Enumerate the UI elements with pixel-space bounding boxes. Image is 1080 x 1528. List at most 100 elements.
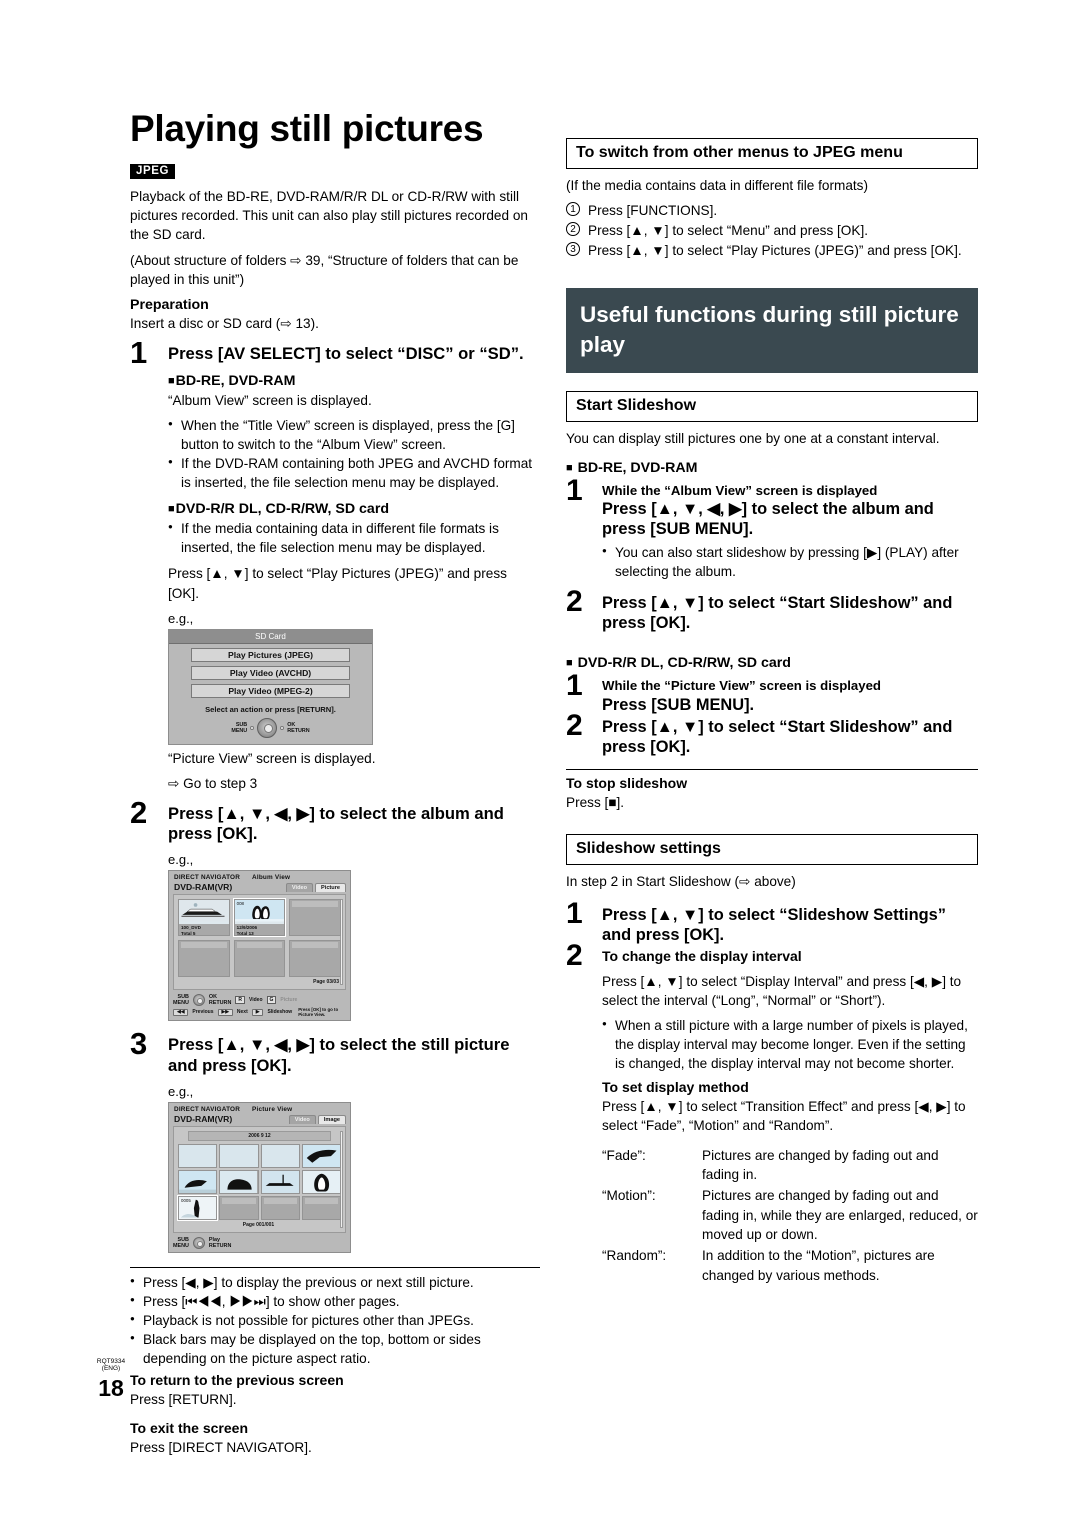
picture-cell-4[interactable] <box>301 1143 341 1168</box>
album-cell-2[interactable]: 008 12/9/2006 Total 13 <box>232 898 287 937</box>
picture-view-panel: 2006 9 12 0005 Page 001/001 <box>173 1125 346 1233</box>
penguin-artwork-icon <box>220 1170 258 1193</box>
picture-cell-2[interactable] <box>219 1143 259 1168</box>
sd-option-play-video-avchd: Play Video (AVCHD) <box>191 665 350 680</box>
list-item: Black bars may be displayed on the top, … <box>130 1330 540 1368</box>
sub-menu-dot-icon <box>250 725 255 730</box>
album-foot-hint: Press [OK] to go to Picture View. <box>298 1007 339 1018</box>
tab-picture[interactable]: Picture <box>315 883 346 892</box>
picture-cell-8[interactable] <box>301 1169 341 1194</box>
next-button-icon[interactable]: ▶▶ <box>217 1008 233 1016</box>
media-heading-b-label: DVD-R/R DL, CD-R/RW, SD card <box>175 501 390 518</box>
right-column: To switch from other menus to JPEG menu … <box>566 138 978 1287</box>
jpeg-format-badge: JPEG <box>130 163 176 179</box>
step-3-text: Press [▲, ▼, ◀, ▶] to select the still p… <box>168 1035 510 1075</box>
stop-slideshow-text: Press [■]. <box>566 794 625 810</box>
definition-value-motion: Pictures are changed by fading out and f… <box>702 1188 978 1242</box>
picture-cell-6[interactable] <box>219 1169 259 1194</box>
slideshow-media-heading-a: ■ BD-RE, DVD-RAM <box>566 460 978 476</box>
display-method-heading: To set display method <box>602 1079 749 1096</box>
slideshow-a-step-1: 1 While the “Album View” screen is displ… <box>566 476 978 539</box>
picture-view-screenshot: DIRECT NAVIGATOR Picture View DVD-RAM(VR… <box>168 1101 351 1254</box>
slideshow-a-step-1-pre: While the “Album View” screen is display… <box>602 483 878 499</box>
album-cell-4[interactable] <box>178 940 230 977</box>
album-foot-picture-label: Picture <box>280 997 298 1004</box>
slideshow-a-step-1-bullets: You can also start slideshow by pressing… <box>566 543 978 581</box>
picture-cell-11[interactable] <box>260 1195 300 1220</box>
album-pad-right-labels: OK RETURN <box>209 994 231 1006</box>
album-foot-next-label: Next <box>236 1009 248 1016</box>
square-bullet-icon: ■ <box>566 657 573 670</box>
prev-button-icon[interactable]: ◀◀ <box>173 1008 189 1016</box>
transition-effect-definitions: “Fade”: Pictures are changed by fading o… <box>602 1146 978 1285</box>
step-number-2: 2 <box>566 222 580 236</box>
picture-cell-1[interactable] <box>178 1143 218 1168</box>
key-red-icon[interactable]: R <box>235 996 245 1005</box>
picture-cell-7[interactable] <box>260 1169 300 1194</box>
exit-screen-heading: To exit the screen <box>130 1419 249 1436</box>
definition-row-fade: “Fade”: Pictures are changed by fading o… <box>602 1146 978 1185</box>
album-cell-3[interactable] <box>289 899 341 936</box>
tab-video[interactable]: Video <box>285 883 314 892</box>
media-heading-a-label: BD-RE, DVD-RAM <box>175 372 296 389</box>
sd-card-dpad-legend: SUB MENU OK RETURN <box>169 717 372 738</box>
list-item: When a still picture with a large number… <box>602 1016 978 1073</box>
album-cell-1-meta: 100_DVD Total 5 <box>179 924 229 935</box>
album-view-footer-2: ◀◀ Previous ▶▶ Next ▶ Slideshow Press [O… <box>169 1006 350 1020</box>
direct-navigator-label: DIRECT NAVIGATOR <box>174 1105 241 1113</box>
slideshow-settings-intro: In step 2 in Start Slideshow (⇨ above) <box>566 873 796 889</box>
step-number-1: 1 <box>566 202 580 217</box>
picture-cell-10[interactable] <box>219 1195 259 1220</box>
dpad-icon <box>192 994 205 1007</box>
return-previous-heading: To return to the previous screen <box>130 1372 344 1389</box>
list-item: 1 Press [FUNCTIONS]. <box>566 201 978 221</box>
picture-cell-12[interactable] <box>301 1195 341 1220</box>
picture-cell-5[interactable] <box>178 1169 218 1194</box>
settings-step-2: 2 To change the display interval <box>566 941 978 971</box>
media-heading-dvd-r-cd-r-sd: ■DVD-R/R DL, CD-R/RW, SD card <box>168 501 540 517</box>
slideshow-settings-box-heading: Slideshow settings <box>566 833 978 865</box>
key-green-icon[interactable]: G <box>266 996 277 1005</box>
switch-step-3-text: Press [▲, ▼] to select “Play Pictures (J… <box>588 242 962 258</box>
slideshow-a-step-2: 2 Press [▲, ▼] to select “Start Slidesho… <box>566 587 978 633</box>
play-button-icon[interactable]: ▶ <box>251 1008 264 1016</box>
tab-video[interactable]: Video <box>288 1114 316 1124</box>
sd-pad-return-label: RETURN <box>287 727 310 734</box>
album-cell-5[interactable] <box>233 940 286 977</box>
square-bullet-icon: ■ <box>168 374 175 387</box>
stop-slideshow-heading: To stop slideshow <box>566 774 688 791</box>
intro-paragraph-1: Playback of the BD-RE, DVD-RAM/R/R DL or… <box>130 188 528 243</box>
list-item: Press [◀, ▶] to display the previous or … <box>130 1273 540 1292</box>
example-label-1: e.g., <box>168 610 194 626</box>
square-bullet-icon: ■ <box>566 462 573 475</box>
picture-view-header-top: DIRECT NAVIGATOR Picture View <box>174 1106 346 1113</box>
picture-cell-3[interactable] <box>260 1143 300 1168</box>
document-code-value: RQT9334 <box>96 1358 126 1365</box>
album-view-tabs: Video Picture <box>285 883 346 892</box>
sd-card-dialog-screenshot: SD Card Play Pictures (JPEG) Play Video … <box>168 628 373 745</box>
album-pad-left-labels: SUB MENU <box>173 994 189 1006</box>
direct-navigator-label: DIRECT NAVIGATOR <box>174 874 241 881</box>
album-page-indicator: Page 03/03 <box>313 979 339 985</box>
picture-cell-12-placeholder <box>304 1197 338 1204</box>
definition-key-random: “Random”: <box>602 1248 667 1264</box>
sd-card-dialog-note: Select an action or press [RETURN]. <box>205 704 336 714</box>
document-language: (ENG) <box>101 1365 121 1373</box>
album-pad-return-label: RETURN <box>208 1000 232 1007</box>
tab-image[interactable]: Image <box>317 1114 346 1124</box>
album-foot-video-label: Video <box>248 997 263 1004</box>
penguin-artwork-icon <box>302 1170 340 1193</box>
picture-cell-9[interactable]: 0005 <box>176 1194 219 1221</box>
definition-key-motion: “Motion”: <box>602 1188 656 1204</box>
step-2-number: 2 <box>130 794 148 830</box>
album-view-line: “Album View” screen is displayed. <box>168 392 372 408</box>
album-cell-4-placeholder <box>181 942 227 948</box>
album-cell-6[interactable] <box>289 940 341 977</box>
slideshow-b-step-1-number: 1 <box>566 669 583 703</box>
album-view-mode-label: Album View <box>252 874 291 881</box>
picture-view-displayed-line: “Picture View” screen is displayed. <box>168 750 376 766</box>
list-item: 3 Press [▲, ▼] to select “Play Pictures (… <box>566 241 978 261</box>
step-1-press-instruction: Press [▲, ▼] to select “Play Pictures (J… <box>168 566 507 601</box>
album-cell-1[interactable]: 100_DVD Total 5 <box>178 899 230 936</box>
step-1-number: 1 <box>130 334 148 370</box>
